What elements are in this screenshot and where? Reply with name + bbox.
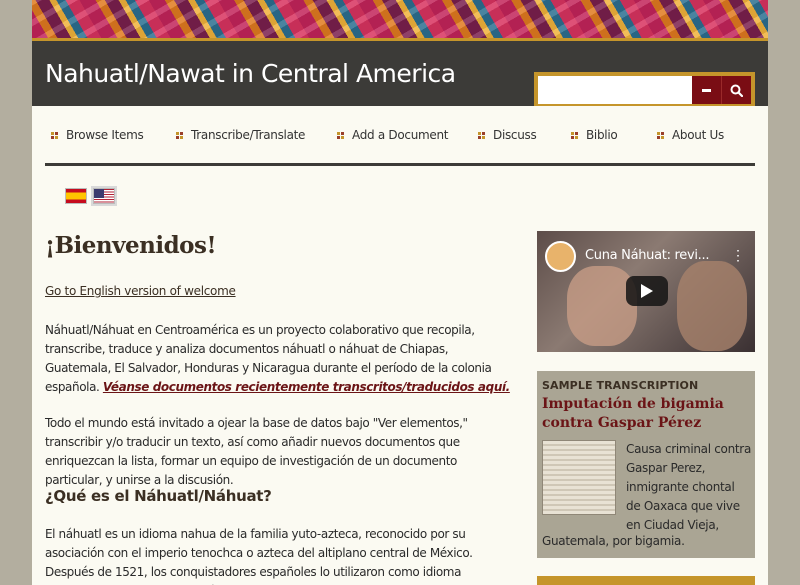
nav-label: Biblio [586,128,618,142]
sidebar-next-panel [537,576,755,585]
sample-description-end: Guatemala, por bigamia. [542,534,685,548]
bullet-icon [657,131,664,139]
play-button[interactable] [626,276,668,306]
bullet-icon [51,131,58,139]
nav-label: Transcribe/Translate [191,128,306,142]
nav-transcribe-translate[interactable]: Transcribe/Translate [176,128,305,142]
page-title: ¡Bienvenidos! [45,232,217,259]
nahuatl-paragraph: El náhuatl es un idioma nahua de la fami… [45,527,473,585]
nav-label: Browse Items [66,128,144,142]
site-header: Nahuatl/Nawat in Central America [32,38,768,108]
sample-title-link[interactable]: Imputación de bigamia contra Gaspar Pére… [542,395,750,433]
sample-description: Causa criminal contra Gaspar Perez, inmi… [626,442,751,532]
main-content: ¡Bienvenidos! Go to English version of w… [45,232,515,585]
nav-label: About Us [672,128,724,142]
us-flag-icon[interactable] [93,188,115,204]
nav-add-document[interactable]: Add a Document [337,128,448,142]
search-input[interactable] [538,76,692,104]
channel-avatar[interactable] [545,241,576,272]
bullet-icon [176,131,183,139]
search-icon [730,84,743,97]
sample-transcription-panel: SAMPLE TRANSCRIPTION Imputación de bigam… [537,371,755,558]
video-title[interactable]: Cuna Náhuat: revi... [585,248,709,263]
nav-label: Discuss [493,128,537,142]
minus-icon [702,88,711,92]
nav-divider [45,163,755,166]
nav-label: Add a Document [352,128,449,142]
page-content: Browse Items Transcribe/Translate Add a … [32,106,768,585]
intro-paragraph: Náhuatl/Náhuat en Centroamérica es un pr… [45,321,517,397]
bullet-icon [478,131,485,139]
play-icon [641,284,653,298]
document-thumbnail[interactable] [542,440,616,515]
invitation-paragraph: Todo el mundo está invitado a ojear la b… [45,416,468,487]
header-banner-textile [32,0,768,38]
bullet-icon [337,131,344,139]
nav-about-us[interactable]: About Us [657,128,724,142]
section-heading: ¿Qué es el Náhuatl/Náhuat? [45,487,272,505]
main-navigation: Browse Items Transcribe/Translate Add a … [45,128,755,150]
more-vertical-icon[interactable]: ⋮ [731,247,745,264]
nav-biblio[interactable]: Biblio [571,128,618,142]
search-form [534,72,755,108]
nav-discuss[interactable]: Discuss [478,128,537,142]
language-switcher [65,188,115,204]
english-version-link[interactable]: Go to English version of welcome [45,284,236,298]
sample-label: SAMPLE TRANSCRIPTION [542,379,699,392]
search-options-button[interactable] [692,76,721,104]
search-submit-button[interactable] [721,76,751,104]
bullet-icon [571,131,578,139]
video-embed[interactable]: Cuna Náhuat: revi... ⋮ [537,231,755,352]
nav-browse-items[interactable]: Browse Items [51,128,144,142]
recent-documents-link[interactable]: Véanse documentos recientemente transcri… [103,380,510,394]
spain-flag-icon[interactable] [65,188,87,204]
site-title[interactable]: Nahuatl/Nawat in Central America [45,59,456,88]
